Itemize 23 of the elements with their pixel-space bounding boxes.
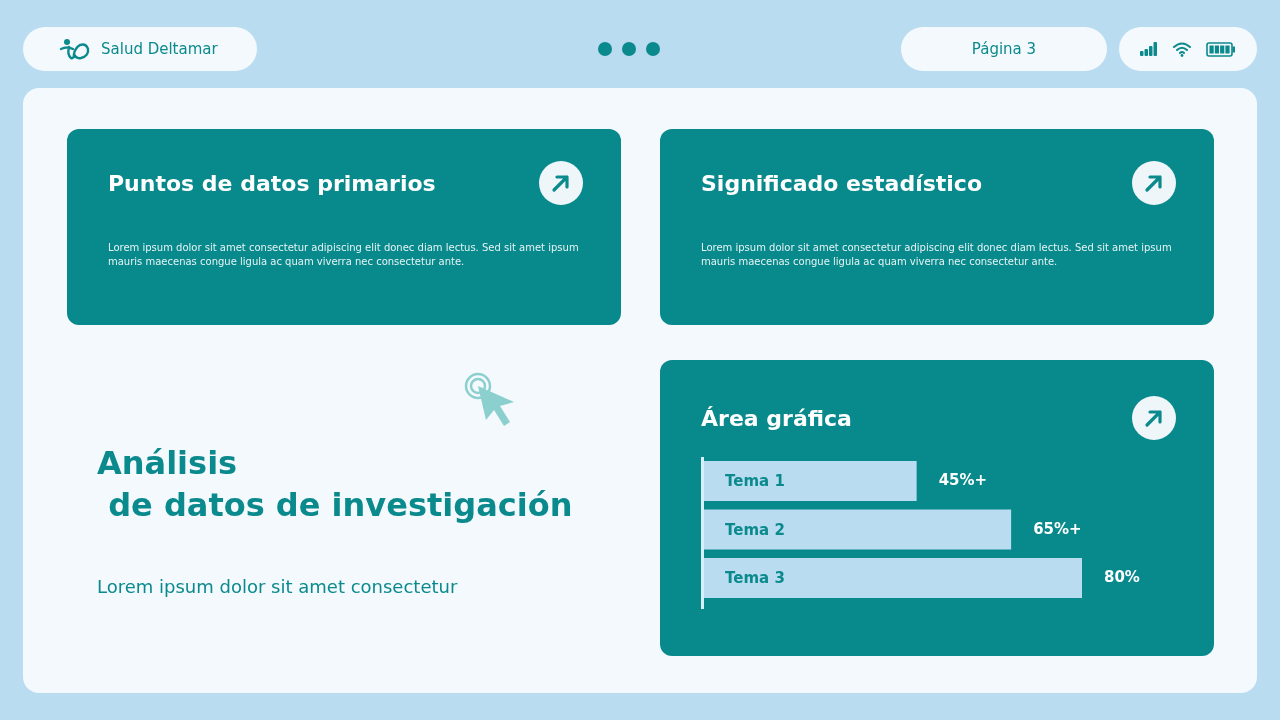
card-title: Área gráfica [701,405,852,431]
arrow-button-icon[interactable] [539,161,583,205]
subtitle: Lorem ipsum dolor sit amet consectetur [97,576,459,597]
value-label: 80% [1104,568,1140,586]
page-label: Página 3 [971,40,1037,58]
arrow-button-icon[interactable] [1132,396,1176,440]
category-label: Tema 3 [725,569,785,587]
card-text: Lorem ipsum dolor sit amet consectetur adipiscing elit donec diam lectus. Sed sit amet ipsum mauris maecenas congue ligula ac quam viverra nec consectetur ante. [108,241,580,269]
headline: Análisis de datos de investigación [97,443,573,526]
category-label: Tema 1 [725,472,785,490]
value-label: 65%+ [1033,519,1082,538]
pagination-dots-icon [598,41,660,57]
logo-icon [59,37,91,61]
signal-icon [1140,42,1158,56]
battery-icon [1206,41,1236,57]
arrow-button-icon[interactable] [1132,161,1176,205]
category-label: Tema 2 [725,520,785,539]
card-title: Significado estadístico [701,170,983,196]
card-text: Lorem ipsum dolor sit amet consectetur adipiscing elit donec diam lectus. Sed sit amet ipsum mauris maecenas congue ligula ac quam viverra nec consectetur ante. [701,241,1173,269]
value-label: 45%+ [938,471,988,489]
card-title: Puntos de datos primarios [108,170,436,196]
wifi-icon [1172,41,1192,57]
brand-name: Salud Deltamar [101,40,218,58]
